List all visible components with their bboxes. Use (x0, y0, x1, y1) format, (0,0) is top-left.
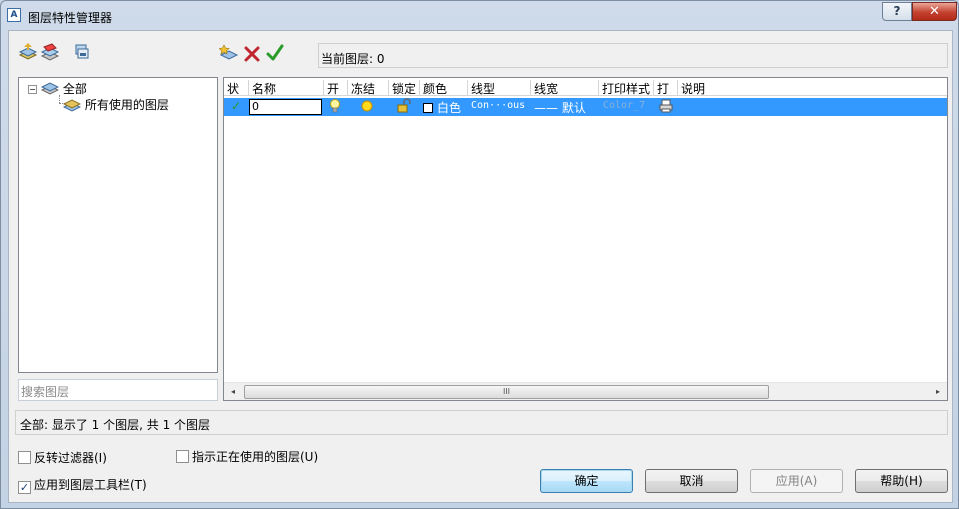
col-linetype[interactable]: 线型 (468, 80, 531, 96)
col-description[interactable]: 说明 (678, 80, 738, 96)
layer-state-icon[interactable] (72, 42, 92, 62)
tree-item-all[interactable]: 全部 (40, 80, 87, 97)
sun-thawed-icon[interactable] (359, 98, 375, 114)
ok-button[interactable]: 确定 (540, 469, 633, 493)
layers-icon (40, 82, 60, 95)
new-filter-icon[interactable] (18, 42, 38, 62)
col-plot-style[interactable]: 打印样式 (599, 80, 654, 96)
plot-style-cell: Color_7 (603, 100, 646, 111)
current-layer-label: 当前图层: 0 (318, 43, 948, 68)
apply-to-toolbar-checkbox[interactable]: ✓ 应用到图层工具栏(T) (18, 476, 147, 494)
checkbox-label: 反转过滤器(I) (34, 451, 107, 465)
layer-name-input[interactable]: 0 (249, 99, 322, 115)
bulb-on-icon[interactable] (329, 98, 341, 114)
checkbox-label: 指示正在使用的图层(U) (192, 450, 319, 464)
col-on[interactable]: 开 (324, 80, 348, 96)
set-current-icon[interactable] (265, 43, 285, 63)
title-bar[interactable]: A 图层特性管理器 ? ✕ (1, 1, 958, 30)
col-color[interactable]: 颜色 (420, 80, 468, 96)
tree-item-label: 全部 (62, 82, 87, 96)
indicate-in-use-checkbox[interactable]: 指示正在使用的图层(U) (176, 448, 318, 465)
checkbox-box[interactable] (18, 451, 31, 464)
tree-item-label: 所有使用的图层 (84, 98, 169, 112)
app-icon: A (7, 8, 21, 22)
help-title-button[interactable]: ? (882, 2, 912, 21)
printer-icon[interactable] (658, 98, 674, 114)
color-cell[interactable]: 白色 (423, 99, 461, 115)
used-layers-icon (62, 99, 82, 112)
close-button[interactable]: ✕ (912, 2, 957, 21)
new-layer-icon[interactable] (218, 43, 239, 63)
cancel-button[interactable]: 取消 (645, 469, 738, 493)
col-lock[interactable]: 锁定 (389, 80, 420, 96)
scroll-thumb[interactable]: III (244, 385, 769, 399)
horizontal-scrollbar[interactable]: ◂ III ▸ (224, 382, 947, 400)
scroll-left-icon[interactable]: ◂ (226, 385, 240, 399)
window-title: 图层特性管理器 (28, 11, 113, 25)
scroll-right-icon[interactable]: ▸ (931, 385, 945, 399)
invert-filter-checkbox[interactable]: 反转过滤器(I) (18, 449, 107, 466)
col-lineweight[interactable]: 线宽 (531, 80, 599, 96)
group-filter-icon[interactable] (40, 42, 60, 62)
tree-expander[interactable]: − (28, 85, 37, 94)
color-swatch (423, 103, 433, 113)
filter-tree[interactable]: − 全部 所有使用的图层 (18, 77, 218, 373)
tree-connector (59, 95, 60, 103)
grid-header: 状 名称 开 冻结 锁定 颜色 线型 线宽 打印样式 打 说明 (224, 78, 947, 96)
tree-item-used-layers[interactable]: 所有使用的图层 (62, 96, 169, 113)
col-plot[interactable]: 打 (654, 80, 678, 96)
color-label: 白色 (437, 101, 462, 115)
status-text: 全部: 显示了 1 个图层, 共 1 个图层 (15, 410, 948, 435)
lineweight-cell[interactable]: —— 默认 (534, 99, 586, 115)
linetype-cell[interactable]: Con···ous (471, 100, 525, 116)
dialog-client: 当前图层: 0 − 全部 所有使用的图层 搜索图层 状 名称 开 冻结 锁定 颜… (8, 30, 953, 503)
checkbox-box[interactable] (176, 450, 189, 463)
apply-button[interactable]: 应用(A) (750, 469, 843, 493)
help-button[interactable]: 帮助(H) (855, 469, 948, 493)
checkbox-checked-icon[interactable]: ✓ (18, 481, 31, 494)
search-layer-input[interactable]: 搜索图层 (18, 379, 218, 401)
unlocked-icon[interactable] (395, 98, 411, 114)
current-check-icon[interactable]: ✓ (231, 99, 241, 115)
delete-layer-icon[interactable] (242, 44, 262, 64)
col-freeze[interactable]: 冻结 (348, 80, 389, 96)
table-row[interactable]: ✓ 0 白色 Con···ous —— 默认 Color_7 (224, 98, 947, 116)
col-name[interactable]: 名称 (249, 80, 324, 96)
checkbox-label: 应用到图层工具栏(T) (34, 478, 147, 492)
layer-grid[interactable]: 状 名称 开 冻结 锁定 颜色 线型 线宽 打印样式 打 说明 ✓ 0 白色 C… (223, 77, 948, 401)
col-status[interactable]: 状 (224, 80, 249, 96)
layer-properties-dialog: A 图层特性管理器 ? ✕ 当前图层: 0 − 全部 所有使用的图层 搜索图层 … (0, 0, 959, 509)
